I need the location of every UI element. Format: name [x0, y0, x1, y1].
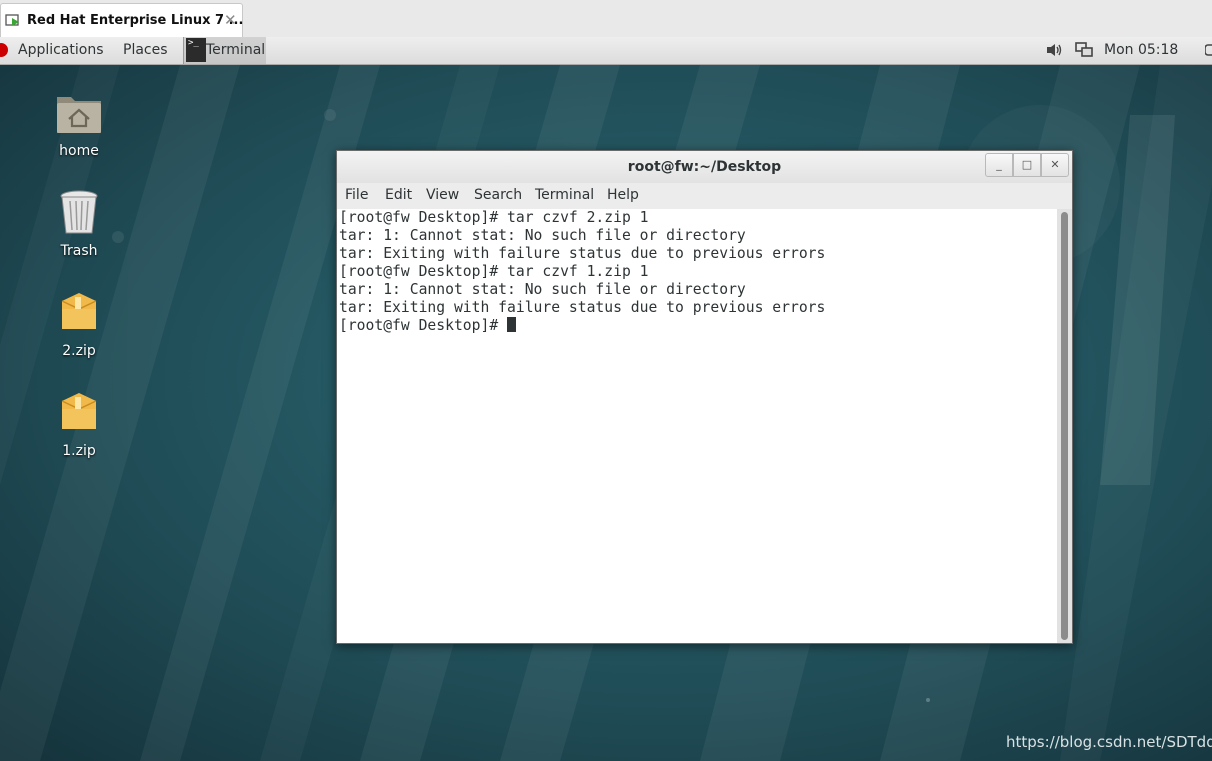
terminal-cursor: [507, 317, 517, 332]
desktop-icon-label: 1.zip: [62, 443, 96, 459]
terminal-scrollbar-thumb[interactable]: [1061, 212, 1068, 640]
menu-view[interactable]: View: [426, 187, 459, 203]
vm-tab-title: Red Hat Enterprise Linux 7 ...: [27, 13, 244, 28]
watermark-text: https://blog.csdn.net/SDTdd: [1006, 733, 1212, 751]
archive-icon: [61, 393, 97, 429]
trash-icon: [60, 190, 98, 234]
archive-icon: [61, 293, 97, 329]
vm-tab-bar: Red Hat Enterprise Linux 7 ... ✕: [0, 0, 1212, 38]
redhat-logo-icon: [0, 43, 8, 57]
maximize-button[interactable]: □: [1013, 153, 1041, 177]
terminal-window[interactable]: root@fw:~/Desktop _ □ ✕ File Edit View S…: [336, 150, 1073, 644]
terminal-line: tar: 1: Cannot stat: No such file or dir…: [339, 227, 746, 244]
terminal-output[interactable]: [root@fw Desktop]# tar czvf 2.zip 1 tar:…: [337, 209, 1057, 643]
volume-icon[interactable]: [1046, 43, 1062, 57]
terminal-line: tar: Exiting with failure status due to …: [339, 299, 826, 316]
applications-menu[interactable]: Applications: [18, 42, 104, 58]
clock[interactable]: Mon 05:18: [1104, 42, 1178, 58]
terminal-line: [root@fw Desktop]# tar czvf 2.zip 1: [339, 209, 649, 226]
taskbar-terminal-button[interactable]: >_ Terminal: [183, 37, 266, 64]
terminal-line: tar: Exiting with failure status due to …: [339, 245, 826, 262]
terminal-scrollbar[interactable]: [1057, 209, 1072, 643]
minimize-button[interactable]: _: [985, 153, 1013, 177]
power-icon[interactable]: [1205, 44, 1212, 56]
menu-search[interactable]: Search: [474, 187, 522, 203]
terminal-title: root@fw:~/Desktop: [627, 159, 782, 175]
terminal-menubar: File Edit View Search Terminal Help: [337, 183, 1072, 209]
menu-terminal[interactable]: Terminal: [535, 187, 594, 203]
home-folder-icon: [57, 97, 101, 133]
places-menu[interactable]: Places: [123, 42, 168, 58]
vm-tab[interactable]: Red Hat Enterprise Linux 7 ... ✕: [0, 3, 243, 37]
desktop-icon-home[interactable]: home: [34, 87, 124, 159]
desktop-icon-trash[interactable]: Trash: [34, 187, 124, 259]
terminal-prompt-line: [root@fw Desktop]#: [339, 317, 517, 335]
terminal-app-icon: >_: [186, 38, 206, 62]
menu-help[interactable]: Help: [607, 187, 639, 203]
terminal-prompt: [root@fw Desktop]#: [339, 317, 508, 334]
taskbar-terminal-label: Terminal: [206, 42, 266, 58]
desktop-icon-label: home: [59, 143, 99, 159]
vm-screen-icon: [5, 14, 19, 26]
menu-edit[interactable]: Edit: [385, 187, 412, 203]
vm-tab-close-icon[interactable]: ✕: [224, 11, 237, 29]
terminal-line: tar: 1: Cannot stat: No such file or dir…: [339, 281, 746, 298]
terminal-line: [root@fw Desktop]# tar czvf 1.zip 1: [339, 263, 649, 280]
close-button[interactable]: ✕: [1041, 153, 1069, 177]
top-panel: Applications Places >_ Terminal Mon 05:1…: [0, 37, 1212, 65]
network-icon[interactable]: [1075, 42, 1093, 58]
desktop-icon-1-zip[interactable]: 1.zip: [34, 387, 124, 459]
desktop-icon-label: Trash: [60, 243, 98, 259]
terminal-titlebar[interactable]: root@fw:~/Desktop _ □ ✕: [337, 151, 1072, 183]
desktop-icon-2-zip[interactable]: 2.zip: [34, 287, 124, 359]
menu-file[interactable]: File: [345, 187, 368, 203]
desktop-icon-label: 2.zip: [62, 343, 96, 359]
